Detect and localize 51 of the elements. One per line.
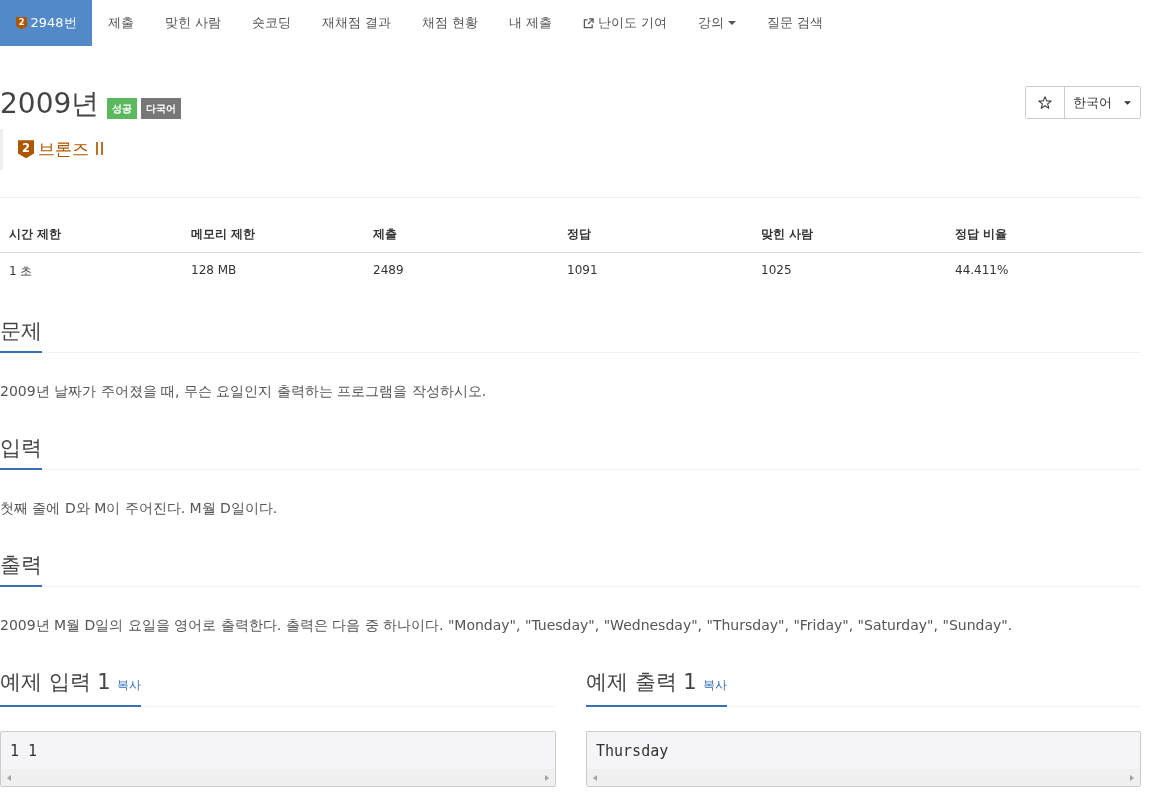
section-heading: 예제 입력 1 — [0, 669, 111, 695]
external-link-icon — [583, 17, 595, 29]
section-heading: 문제 — [0, 318, 42, 353]
caret-icon — [728, 21, 737, 25]
section-text: 2009년 날짜가 주어졌을 때, 무슨 요일인지 출력하는 프로그램을 작성하시오. — [0, 382, 488, 401]
table-cell-text: 44.411% — [954, 262, 1010, 279]
nav-tab[interactable]: 내 제출 — [493, 0, 568, 46]
column-header: 제출 — [372, 226, 398, 243]
section-heading: 입력 — [0, 435, 42, 470]
column-header: 시간 제한 — [8, 226, 63, 243]
star-icon — [1038, 96, 1052, 109]
table-cell-text: 1 초 — [8, 263, 34, 280]
horizontal-scrollbar[interactable] — [1, 769, 555, 786]
problem-title: 2009년 — [0, 87, 100, 121]
status-label: 다국어 — [141, 97, 182, 119]
table-cell-text: 128 MB — [190, 262, 238, 279]
column-header: 맞힌 사람 — [760, 226, 815, 243]
column-header: 정답 비율 — [954, 226, 1009, 243]
scroll-left-icon[interactable] — [7, 774, 11, 781]
favorite-button[interactable] — [1026, 87, 1065, 118]
nav-tab[interactable]: 2 2948번 — [0, 0, 93, 46]
tier-badge: 2 — [15, 16, 27, 30]
scroll-right-icon[interactable] — [545, 774, 549, 781]
code-text: 1 1 — [9, 741, 39, 762]
nav-tab[interactable]: 제출 — [92, 0, 150, 46]
section-text: 첫째 줄에 D와 M이 주어진다. M월 D일이다. — [0, 499, 279, 518]
status-label: 성공 — [107, 97, 138, 119]
nav-tab[interactable]: 맞힌 사람 — [149, 0, 237, 46]
nav-tab[interactable]: 채점 현황 — [406, 0, 494, 46]
table-cell-text: 1025 — [760, 262, 793, 279]
column-header: 정답 — [566, 226, 592, 243]
horizontal-scrollbar[interactable] — [587, 769, 1140, 786]
table-cell-text: 2489 — [372, 262, 405, 279]
scroll-left-icon[interactable] — [593, 774, 597, 781]
copy-link[interactable]: 복사 — [702, 672, 727, 698]
code-text: Thursday — [595, 741, 670, 762]
column-header: 메모리 제한 — [190, 226, 257, 243]
nav-tab[interactable]: 강의 — [682, 0, 752, 46]
copy-link[interactable]: 복사 — [116, 672, 141, 698]
section-text: 2009년 M월 D일의 요일을 영어로 출력한다. 출력은 다음 중 하나이다. "Monday", "Tuesday", "Wednesday", "Thursday", "Friday", "Saturday", "Sunday". — [0, 616, 1014, 635]
section-heading: 예제 출력 1 — [586, 669, 697, 695]
tier-link[interactable]: 브론즈 II — [38, 138, 105, 161]
section-heading: 출력 — [0, 552, 42, 587]
nav-tab[interactable]: 숏코딩 — [236, 0, 307, 46]
scroll-right-icon[interactable] — [1130, 774, 1134, 781]
table-cell-text: 1091 — [566, 262, 599, 279]
nav-tab[interactable]: 난이도 기여 — [567, 0, 683, 46]
tier-badge: 2 — [18, 140, 34, 159]
nav-tab[interactable]: 재채점 결과 — [306, 0, 407, 46]
nav-tab[interactable]: 질문 검색 — [751, 0, 839, 46]
caret-icon — [1124, 100, 1131, 105]
